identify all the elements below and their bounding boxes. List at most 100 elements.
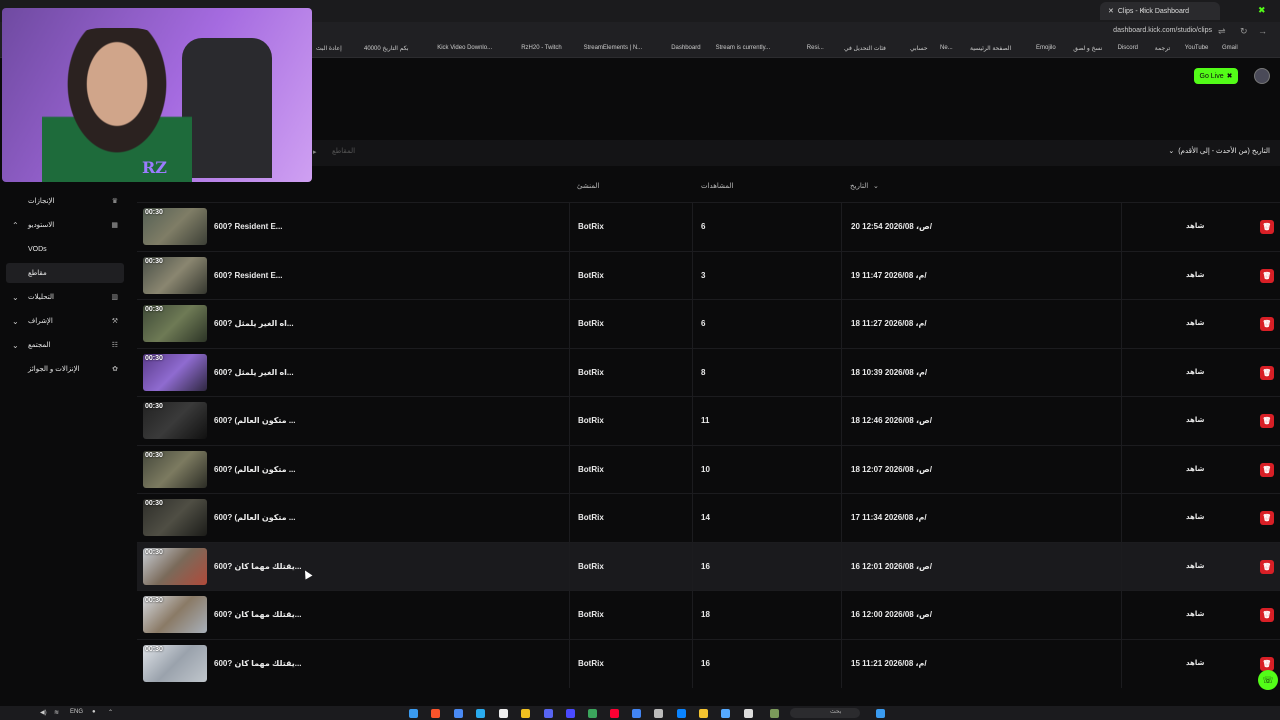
- delete-clip-button[interactable]: 🗑: [1260, 559, 1274, 574]
- bookmark-item[interactable]: Gmail: [1222, 45, 1238, 51]
- new-tab-icon[interactable]: +: [1141, 5, 1146, 15]
- watch-button[interactable]: شاهد: [1186, 319, 1204, 327]
- volume-icon[interactable]: ◀): [40, 709, 47, 716]
- clip-thumbnail[interactable]: 00:30: [143, 402, 207, 439]
- col-date-header[interactable]: التاريخ: [850, 182, 868, 190]
- table-row[interactable]: 00:30 600? يقتلك مهما كان... BotRix 18 16 12…: [137, 590, 1280, 639]
- go-live-button[interactable]: Go Live ✖: [1194, 68, 1238, 84]
- delete-clip-button[interactable]: 🗑: [1260, 608, 1274, 622]
- clip-thumbnail[interactable]: 00:30: [143, 450, 207, 488]
- windows-start-icon[interactable]: [876, 709, 885, 718]
- clip-thumbnail[interactable]: 00:30: [143, 547, 207, 585]
- telegram-app-icon[interactable]: [476, 709, 485, 718]
- clip-thumbnail[interactable]: 00:30: [143, 644, 207, 682]
- reload-icon[interactable]: ↻: [1240, 26, 1248, 37]
- sidebar-item[interactable]: ⌄ الإشراف ⚒: [6, 311, 124, 331]
- clip-thumbnail[interactable]: 00:30: [143, 256, 207, 294]
- bookmark-item[interactable]: الصفحة الرئيسية: [970, 45, 1011, 52]
- table-row[interactable]: 00:30 600? اه الغير يلمثل... BotRix 6 18 11:…: [137, 299, 1280, 348]
- app-icon[interactable]: [721, 709, 730, 718]
- table-row[interactable]: 00:30 600? (متكون العالم ... BotRix 11 18 12…: [137, 396, 1280, 445]
- explorer-app-icon[interactable]: [409, 709, 418, 718]
- app-icon[interactable]: [744, 709, 753, 718]
- support-chat-button[interactable]: ☏: [1258, 670, 1278, 690]
- taskbar-search[interactable]: بحث: [790, 708, 860, 718]
- bookmark-item[interactable]: ترجمة: [1155, 45, 1170, 52]
- bookmark-item[interactable]: RzH20 - Twitch: [521, 45, 562, 51]
- close-tab-icon[interactable]: ✕: [1108, 7, 1114, 15]
- sidebar-item[interactable]: الإنجازات ♛: [6, 191, 124, 211]
- extensions-icon[interactable]: ⇌: [1218, 26, 1226, 37]
- delete-clip-button[interactable]: 🗑: [1260, 511, 1274, 525]
- bookmark-item[interactable]: StreamElements | N...: [584, 45, 643, 51]
- app-icon[interactable]: [454, 709, 463, 718]
- app-icon[interactable]: [499, 709, 508, 718]
- watch-button[interactable]: شاهد: [1186, 562, 1204, 570]
- watch-button[interactable]: شاهد: [1186, 513, 1204, 521]
- app-icon[interactable]: [521, 709, 530, 718]
- sidebar-item[interactable]: الإنزالات و الجوائز ✿: [6, 359, 124, 379]
- bookmark-item[interactable]: YouTube: [1185, 45, 1209, 51]
- table-row[interactable]: 00:30 600? اه الغير يلمثل... BotRix 8 18 10:…: [137, 347, 1280, 397]
- clip-thumbnail[interactable]: 00:30: [143, 596, 207, 633]
- app-icon[interactable]: [770, 709, 779, 718]
- delete-clip-button[interactable]: 🗑: [1260, 317, 1274, 331]
- sort-select[interactable]: ⌄ التاريخ (من الأحدث - إلى الأقدم): [1168, 147, 1270, 155]
- table-row[interactable]: 00:30 600? Resident E... BotRix 6 20 12:54 ص…: [137, 202, 1280, 251]
- watch-button[interactable]: شاهد: [1186, 416, 1204, 424]
- sidebar-item[interactable]: ⌄ التحليلات ▥: [6, 287, 124, 307]
- mic-icon[interactable]: ●: [92, 709, 96, 715]
- wifi-icon[interactable]: ≋: [54, 709, 59, 716]
- edge-app-icon[interactable]: [677, 709, 686, 718]
- avatar[interactable]: [1254, 68, 1270, 84]
- bookmark-item[interactable]: Discord: [1118, 45, 1138, 51]
- clip-thumbnail[interactable]: 00:30: [143, 499, 207, 536]
- bookmark-item[interactable]: فئات التحديل في: [844, 45, 886, 52]
- table-row[interactable]: 00:30 600? (متكون العالم ... BotRix 14 17 11…: [137, 493, 1280, 542]
- folder-app-icon[interactable]: [699, 709, 708, 718]
- bookmark-item[interactable]: Resi...: [807, 45, 824, 51]
- discord-app-icon[interactable]: [544, 709, 553, 718]
- watch-button[interactable]: شاهد: [1186, 610, 1204, 618]
- delete-clip-button[interactable]: 🗑: [1260, 414, 1274, 428]
- watch-button[interactable]: شاهد: [1186, 368, 1204, 376]
- app-icon[interactable]: [610, 709, 619, 718]
- url-text[interactable]: dashboard.kick.com/studio/clips: [1113, 27, 1212, 34]
- tray-up-icon[interactable]: ⌃: [108, 709, 113, 716]
- bookmark-item[interactable]: Kick Video Downlo...: [437, 45, 492, 51]
- col-creator-header[interactable]: المنشئ: [577, 182, 599, 190]
- app-icon[interactable]: [588, 709, 597, 718]
- delete-clip-button[interactable]: 🗑: [1260, 220, 1274, 234]
- taskbar-lang[interactable]: ENG: [70, 709, 83, 715]
- delete-clip-button[interactable]: 🗑: [1260, 462, 1274, 477]
- watch-button[interactable]: شاهد: [1186, 659, 1204, 667]
- table-row[interactable]: 00:30 600? Resident E... BotRix 3 19 11:47 م…: [137, 250, 1280, 300]
- bookmark-item[interactable]: حسابي: [910, 45, 928, 52]
- delete-clip-button[interactable]: 🗑: [1260, 656, 1274, 671]
- bookmark-item[interactable]: نسخ و لصق: [1073, 45, 1102, 52]
- bookmark-item[interactable]: بكم التاريخ 40000: [364, 45, 409, 52]
- back-icon[interactable]: →: [1258, 26, 1267, 36]
- clip-thumbnail[interactable]: 00:30: [143, 305, 207, 342]
- sidebar-item[interactable]: ⌄ المجتمع ☷: [6, 335, 124, 355]
- app-icon[interactable]: [566, 709, 575, 718]
- bookmark-item[interactable]: إعادة البث: [316, 45, 342, 52]
- watch-button[interactable]: شاهد: [1186, 222, 1204, 230]
- delete-clip-button[interactable]: 🗑: [1260, 365, 1274, 380]
- watch-button[interactable]: شاهد: [1186, 271, 1204, 279]
- bookmark-item[interactable]: Dashboard: [671, 45, 700, 51]
- bookmark-item[interactable]: Ne...: [940, 45, 953, 51]
- clip-thumbnail[interactable]: 00:30: [143, 353, 207, 391]
- browser-tab-active[interactable]: ✕ Clips - Kick Dashboard: [1100, 2, 1220, 20]
- bookmark-item[interactable]: Stream is currently...: [716, 45, 771, 51]
- table-row[interactable]: 00:30 600? يقتلك مهما كان... BotRix 16 16 12…: [137, 541, 1280, 591]
- table-row[interactable]: 00:30 600? (متكون العالم ... BotRix 10 18 12…: [137, 444, 1280, 494]
- brave-app-icon[interactable]: [431, 709, 440, 718]
- sidebar-item[interactable]: ⌃ الاستوديو ▦: [6, 215, 124, 235]
- sidebar-item[interactable]: مقاطع: [6, 263, 124, 283]
- chrome-app-icon[interactable]: [632, 709, 641, 718]
- col-views-header[interactable]: المشاهدات: [701, 182, 733, 190]
- bookmark-item[interactable]: Emojilo: [1036, 45, 1056, 51]
- clip-thumbnail[interactable]: 00:30: [143, 208, 207, 245]
- sidebar-item[interactable]: VODs: [6, 239, 124, 259]
